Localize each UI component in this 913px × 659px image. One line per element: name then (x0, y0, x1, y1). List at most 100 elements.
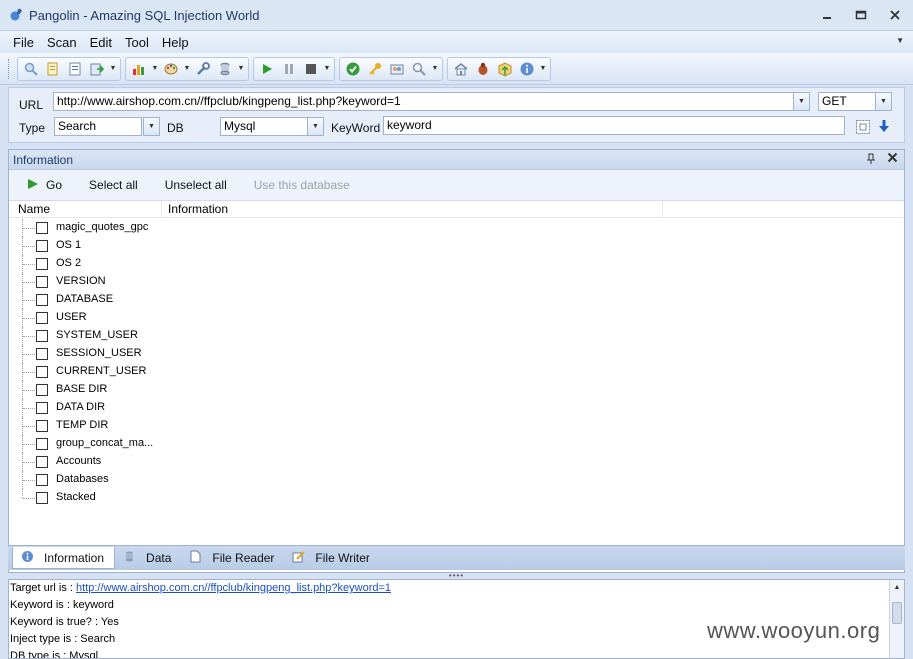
menu-file[interactable]: File (12, 34, 35, 51)
play-icon[interactable] (256, 58, 278, 80)
document-icon[interactable] (64, 58, 86, 80)
tree-item[interactable]: SESSION_USER (9, 345, 904, 363)
chevron-down-icon[interactable]: ▼ (538, 58, 548, 80)
key-icon[interactable] (364, 58, 386, 80)
pin-icon[interactable] (866, 153, 876, 168)
tree-item-checkbox[interactable] (36, 330, 48, 342)
toolbar-grip[interactable] (8, 58, 11, 79)
palette-icon[interactable] (160, 58, 182, 80)
scroll-thumb[interactable] (892, 602, 902, 624)
tab-file-writer[interactable]: File Writer (284, 547, 379, 569)
select-all-button[interactable]: Select all (89, 178, 138, 192)
method-select[interactable]: GET (818, 92, 876, 111)
tree-item-checkbox[interactable] (36, 474, 48, 486)
tree-item-checkbox[interactable] (36, 294, 48, 306)
tree-item-checkbox[interactable] (36, 312, 48, 324)
restore-button[interactable] (851, 6, 871, 24)
url-input[interactable]: http://www.airshop.com.cn//ffpclub/kingp… (53, 92, 795, 111)
tree-item-checkbox[interactable] (36, 492, 48, 504)
panel-close-icon[interactable] (887, 152, 898, 166)
export-icon[interactable] (86, 58, 108, 80)
tree-item-checkbox[interactable] (36, 456, 48, 468)
tab-file-reader[interactable]: File Reader (181, 547, 284, 569)
package-icon[interactable] (494, 58, 516, 80)
url-history-dropdown[interactable]: ▼ (793, 92, 810, 111)
check-icon[interactable] (342, 58, 364, 80)
tree-item-checkbox[interactable] (36, 222, 48, 234)
unselect-all-button[interactable]: Unselect all (165, 178, 227, 192)
type-select[interactable]: Search (54, 117, 142, 136)
tree-item-checkbox[interactable] (36, 438, 48, 450)
menu-overflow-icon[interactable]: ▼ (896, 36, 904, 45)
tree-item[interactable]: Accounts (9, 453, 904, 471)
use-database-button[interactable]: Use this database (254, 178, 350, 192)
users-icon[interactable] (386, 58, 408, 80)
tree-item-checkbox[interactable] (36, 402, 48, 414)
method-dropdown[interactable]: ▼ (875, 92, 892, 111)
menu-help[interactable]: Help (161, 34, 190, 51)
splitter-handle[interactable]: •••• (8, 571, 905, 580)
tree-branch (23, 336, 35, 337)
log-scrollbar[interactable]: ▲ (889, 580, 904, 658)
tree-item[interactable]: Stacked (9, 489, 904, 507)
tree-item-checkbox[interactable] (36, 276, 48, 288)
info-icon[interactable] (516, 58, 538, 80)
tree-item[interactable]: OS 2 (9, 255, 904, 273)
arrow-down-icon[interactable] (875, 117, 893, 135)
db-dropdown[interactable]: ▼ (307, 117, 324, 136)
tree-item[interactable]: magic_quotes_gpc (9, 219, 904, 237)
pause-icon[interactable] (278, 58, 300, 80)
wrench-icon[interactable] (192, 58, 214, 80)
stop-icon[interactable] (300, 58, 322, 80)
chevron-down-icon[interactable]: ▼ (236, 58, 246, 80)
menu-tool[interactable]: Tool (124, 34, 150, 51)
open-file-icon[interactable] (42, 58, 64, 80)
menu-scan[interactable]: Scan (46, 34, 78, 51)
grid-select-icon[interactable] (854, 118, 872, 136)
tree-item-checkbox[interactable] (36, 258, 48, 270)
home-icon[interactable] (450, 58, 472, 80)
tree-item[interactable]: VERSION (9, 273, 904, 291)
tree-item[interactable]: OS 1 (9, 237, 904, 255)
menu-edit[interactable]: Edit (89, 34, 113, 51)
chevron-down-icon[interactable]: ▼ (182, 58, 192, 80)
tab-data[interactable]: Data (115, 547, 181, 569)
tree-item[interactable]: SYSTEM_USER (9, 327, 904, 345)
target-url-link[interactable]: http://www.airshop.com.cn//ffpclub/kingp… (76, 582, 391, 594)
tree-item[interactable]: BASE DIR (9, 381, 904, 399)
column-information[interactable]: Information (162, 200, 663, 218)
column-name[interactable]: Name (9, 200, 162, 218)
magnifier-icon[interactable] (20, 58, 42, 80)
toolbar-group-run: ▼ (253, 56, 335, 81)
type-dropdown[interactable]: ▼ (143, 117, 160, 136)
tree-item[interactable]: group_concat_ma... (9, 435, 904, 453)
bug-icon[interactable] (472, 58, 494, 80)
tree-item[interactable]: DATA DIR (9, 399, 904, 417)
database-icon[interactable] (214, 58, 236, 80)
tree-item-checkbox[interactable] (36, 240, 48, 252)
tree-item-checkbox[interactable] (36, 348, 48, 360)
search-icon[interactable] (408, 58, 430, 80)
minimize-button[interactable] (817, 6, 837, 24)
chart-icon[interactable] (128, 58, 150, 80)
tree-item[interactable]: CURRENT_USER (9, 363, 904, 381)
chevron-down-icon[interactable]: ▼ (108, 58, 118, 80)
url-label: URL (19, 98, 44, 112)
chevron-down-icon[interactable]: ▼ (430, 58, 440, 80)
db-select[interactable]: Mysql (220, 117, 308, 136)
tree-item[interactable]: TEMP DIR (9, 417, 904, 435)
go-button[interactable]: Go (27, 178, 62, 193)
close-button[interactable] (885, 6, 905, 24)
tree-item-checkbox[interactable] (36, 384, 48, 396)
tab-information[interactable]: Information (12, 547, 116, 569)
keyword-input[interactable]: keyword (383, 116, 845, 135)
scroll-up-icon[interactable]: ▲ (890, 580, 904, 595)
chevron-down-icon[interactable]: ▼ (150, 58, 160, 80)
log-line: DB type is : Mysql (10, 650, 99, 659)
tree-item[interactable]: USER (9, 309, 904, 327)
tree-item[interactable]: Databases (9, 471, 904, 489)
chevron-down-icon[interactable]: ▼ (322, 58, 332, 80)
tree-item-checkbox[interactable] (36, 366, 48, 378)
tree-item-checkbox[interactable] (36, 420, 48, 432)
tree-item[interactable]: DATABASE (9, 291, 904, 309)
